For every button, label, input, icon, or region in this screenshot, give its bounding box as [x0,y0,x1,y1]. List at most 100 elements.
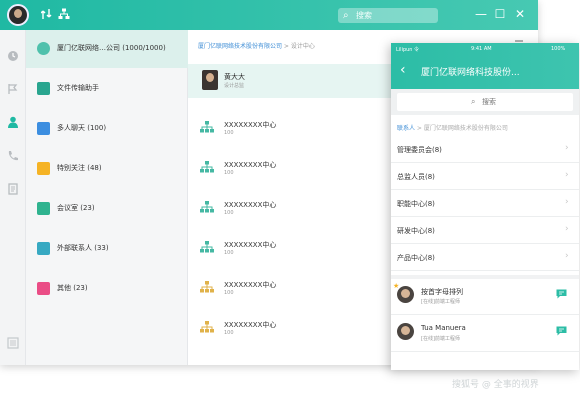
org-chart-icon [200,241,214,253]
mobile-dept-label: 管理委员会(8) [397,146,442,154]
folder-icon [37,82,50,95]
mobile-breadcrumb-link[interactable]: 联系人 [397,125,415,132]
mobile-title: 厦门亿联网络科技股份... [421,68,520,78]
screenshot-stage: ⌕ 搜索 — ☐ ✕ 厦门亿联网络…公司 (1000/1000) 文件传输助手 [0,0,580,400]
meeting-room-icon [37,202,50,215]
mobile-search-input[interactable]: ⌕ 搜索 [397,93,573,111]
mobile-dept-item[interactable]: 研发中心(8) › [391,217,579,244]
org-chart-icon[interactable] [58,8,70,24]
org-chart-icon [200,161,214,173]
watermark: 搜狐号 @ 全事的视界 [452,380,539,390]
person-icon[interactable] [7,116,19,128]
phone-icon[interactable] [7,150,19,162]
contact-category-other[interactable]: 其他 (23) [26,270,188,308]
back-button[interactable]: ‹ [400,63,406,77]
contact-categories: 厦门亿联网络…公司 (1000/1000) 文件传输助手 多人聊天 (100) … [26,30,188,365]
mobile-person-row[interactable]: Tua Manuera [在线]前端工程师 [391,316,579,352]
contact-category-meeting-rooms[interactable]: 会议室 (23) [26,190,188,228]
company-icon [37,42,50,55]
breadcrumb-link[interactable]: 厦门亿联网络技术股份有限公司 [198,43,282,50]
department-name: XXXXXXXX中心 [224,161,277,169]
department-name: XXXXXXXX中心 [224,121,277,129]
status-carrier: Lilipun 令 [396,47,420,53]
mobile-person-row[interactable]: ★ 按首字母排列 [在线]前端工程师 [391,279,579,315]
search-placeholder: 搜索 [356,11,372,20]
person-avatar [397,286,414,303]
left-nav-rail [0,30,26,365]
org-chart-icon [200,121,214,133]
member-name: 黄大大 [224,73,245,81]
department-name: XXXXXXXX中心 [224,281,277,289]
mobile-breadcrumb: 联系人 > 厦门亿联网络技术股份有限公司 [397,123,508,132]
department-count: 100 [224,250,234,256]
org-chart-icon [200,201,214,213]
flag-icon[interactable] [7,83,19,95]
contact-category-label: 其他 (23) [57,284,88,292]
contact-category-company[interactable]: 厦门亿联网络…公司 (1000/1000) [26,30,188,68]
chevron-right-icon: › [565,143,569,153]
mobile-breadcrumb-rest: > 厦门亿联网络技术股份有限公司 [415,125,508,132]
chevron-right-icon: › [565,197,569,207]
department-name: XXXXXXXX中心 [224,241,277,249]
breadcrumb-separator: > [282,43,291,50]
contact-category-group-chat[interactable]: 多人聊天 (100) [26,110,188,148]
star-icon [37,162,50,175]
breadcrumb: 厦门亿联网络技术股份有限公司 > 设计中心 [198,41,315,50]
chevron-right-icon: › [565,251,569,261]
org-chart-icon [200,321,214,333]
contact-category-label: 特别关注 (48) [57,164,102,172]
mobile-dept-label: 研发中心(8) [397,227,435,235]
department-name: XXXXXXXX中心 [224,321,277,329]
more-icon[interactable] [7,337,19,349]
department-count: 100 [224,170,234,176]
contact-category-label: 厦门亿联网络…公司 (1000/1000) [57,44,166,52]
mobile-header: Lilipun 令 9:41 AM 100% ‹ 厦门亿联网络科技股份... [391,43,579,89]
contact-category-label: 多人聊天 (100) [57,124,107,132]
person-status: [在线]前端工程师 [421,299,460,305]
clock-icon[interactable] [7,50,19,62]
person-name: Tua Manuera [421,324,466,332]
chevron-right-icon: › [565,224,569,234]
mobile-dept-item[interactable]: 管理委员会(8) › [391,136,579,163]
external-contact-icon [37,242,50,255]
mobile-screen: Lilipun 令 9:41 AM 100% ‹ 厦门亿联网络科技股份... ⌕… [391,43,579,370]
status-battery: 100% [551,46,566,52]
transfer-icon[interactable] [40,8,52,24]
mobile-dept-item[interactable]: 总监人员(8) › [391,163,579,190]
department-count: 100 [224,130,234,136]
mobile-search-placeholder: 搜索 [482,98,496,106]
contact-category-label: 会议室 (23) [57,204,95,212]
mobile-search-bar: ⌕ 搜索 [391,89,579,115]
contact-category-favorites[interactable]: 特别关注 (48) [26,150,188,188]
user-avatar[interactable] [7,4,29,26]
contact-category-label: 外部联系人 (33) [57,244,109,252]
mobile-dept-item[interactable]: 职能中心(8) › [391,190,579,217]
search-icon: ⌕ [471,97,476,106]
minimize-button[interactable]: — [474,7,488,21]
other-contact-icon [37,282,50,295]
group-chat-icon [37,122,50,135]
department-count: 100 [224,290,234,296]
department-count: 100 [224,330,234,336]
member-avatar [202,70,218,90]
mobile-dept-label: 总监人员(8) [397,173,435,181]
chevron-right-icon: › [565,170,569,180]
status-time: 9:41 AM [471,46,492,52]
maximize-button[interactable]: ☐ [493,7,507,21]
title-bar: ⌕ 搜索 — ☐ ✕ [0,0,538,30]
contact-category-file-transfer[interactable]: 文件传输助手 [26,70,188,108]
mobile-dept-label: 产品中心(8) [397,254,435,262]
search-input[interactable]: ⌕ 搜索 [338,8,438,23]
message-icon[interactable] [556,289,567,299]
contact-category-label: 文件传输助手 [57,84,99,92]
close-button[interactable]: ✕ [513,7,527,21]
contact-category-external[interactable]: 外部联系人 (33) [26,230,188,268]
person-name: 按首字母排列 [421,288,463,296]
person-avatar [397,323,414,340]
mobile-dept-item[interactable]: 产品中心(8) › [391,244,579,271]
mobile-dept-label: 职能中心(8) [397,200,435,208]
member-title: 设计总监 [224,83,245,89]
message-icon[interactable] [556,326,567,336]
doc-icon[interactable] [7,183,19,195]
org-chart-icon [200,281,214,293]
